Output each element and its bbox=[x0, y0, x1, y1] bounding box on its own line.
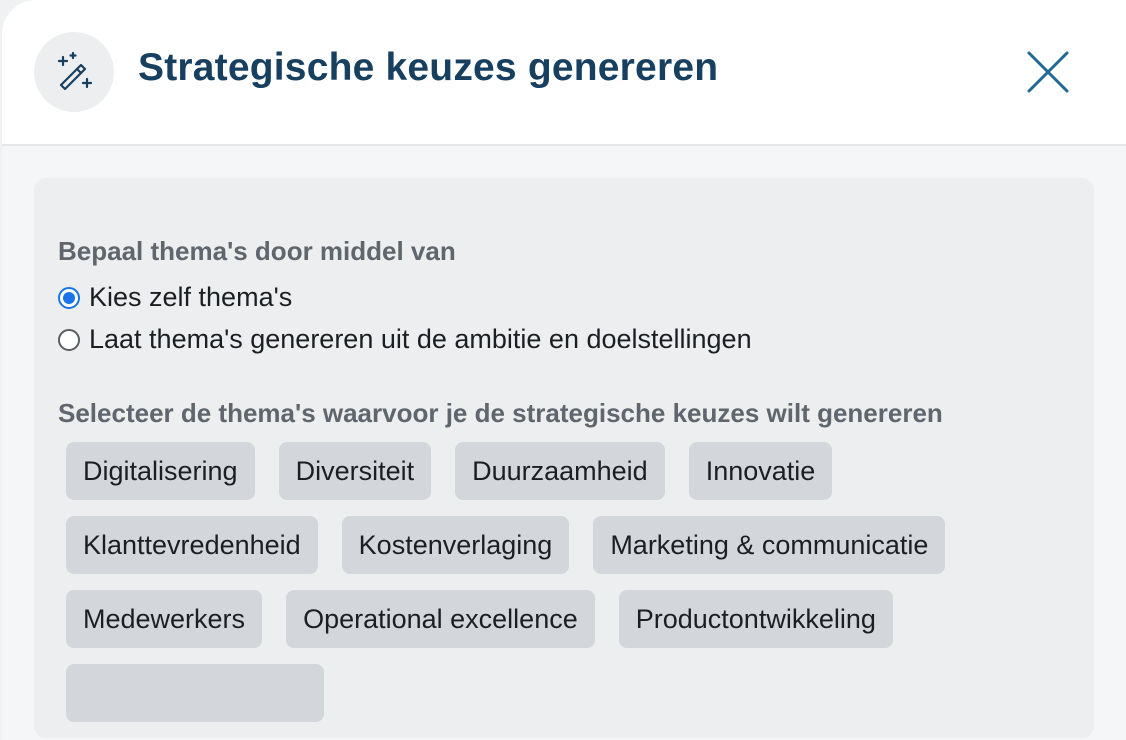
themes-label: Selecteer de thema's waarvoor je de stra… bbox=[58, 398, 943, 428]
radio-unchecked-icon[interactable] bbox=[58, 328, 80, 351]
theme-chip-partial[interactable] bbox=[66, 664, 324, 722]
theme-chip[interactable]: Operational excellence bbox=[286, 590, 595, 648]
theme-chip[interactable]: Medewerkers bbox=[66, 590, 263, 648]
close-icon bbox=[1027, 51, 1069, 93]
theme-chip[interactable]: Kostenverlaging bbox=[341, 516, 570, 574]
theme-chips: Digitalisering Diversiteit Duurzaamheid … bbox=[66, 442, 1066, 738]
chip-row: Klanttevredenheid Kostenverlaging Market… bbox=[66, 516, 1066, 574]
form-panel: Bepaal thema's door middel van Kies zelf… bbox=[34, 178, 1094, 738]
theme-source-label: Bepaal thema's door middel van bbox=[58, 236, 456, 266]
chip-row bbox=[66, 664, 1066, 722]
chip-row: Medewerkers Operational excellence Produ… bbox=[66, 590, 1066, 648]
radio-generate-themes-label: Laat thema's genereren uit de ambitie en… bbox=[89, 324, 752, 354]
close-button[interactable] bbox=[1022, 46, 1074, 98]
radio-choose-themes-label: Kies zelf thema's bbox=[89, 282, 293, 312]
theme-chip[interactable]: Klanttevredenheid bbox=[66, 516, 318, 574]
radio-choose-themes[interactable]: Kies zelf thema's bbox=[58, 282, 292, 313]
theme-chip[interactable]: Diversiteit bbox=[278, 442, 432, 500]
theme-chip[interactable]: Marketing & communicatie bbox=[593, 516, 946, 574]
generate-strategic-choices-dialog: Strategische keuzes genereren Bepaal the… bbox=[2, 0, 1126, 740]
dialog-header: Strategische keuzes genereren bbox=[2, 0, 1126, 146]
chip-row: Digitalisering Diversiteit Duurzaamheid … bbox=[66, 442, 1066, 500]
theme-chip[interactable]: Innovatie bbox=[688, 442, 833, 500]
theme-chip[interactable]: Duurzaamheid bbox=[455, 442, 665, 500]
dialog-title: Strategische keuzes genereren bbox=[138, 46, 719, 89]
theme-chip[interactable]: Digitalisering bbox=[66, 442, 255, 500]
radio-checked-icon[interactable] bbox=[58, 286, 80, 309]
theme-chip[interactable]: Productontwikkeling bbox=[618, 590, 893, 648]
radio-generate-themes[interactable]: Laat thema's genereren uit de ambitie en… bbox=[58, 324, 752, 355]
magic-wand-icon bbox=[34, 32, 114, 112]
